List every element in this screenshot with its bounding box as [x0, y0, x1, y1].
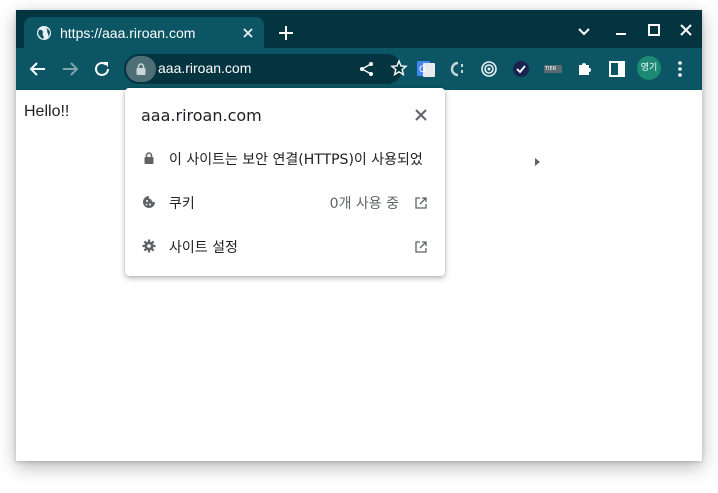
url-text[interactable]: aaa.riroan.com — [158, 60, 251, 76]
tab-title: https://aaa.riroan.com — [60, 25, 196, 41]
tab-strip: https://aaa.riroan.com — [16, 10, 702, 48]
star-icon[interactable] — [390, 59, 408, 82]
lock-icon — [141, 150, 157, 166]
plus-icon[interactable] — [274, 21, 298, 45]
tier-extension-icon[interactable]: TIER — [541, 57, 565, 81]
connection-row[interactable]: 이 사이트는 보안 연결(HTTPS)이 사용되었 — [125, 136, 445, 180]
target-icon[interactable] — [477, 57, 501, 81]
cookie-icon — [141, 194, 157, 210]
address-bar[interactable]: aaa.riroan.com — [124, 54, 408, 84]
close-icon[interactable] — [238, 23, 258, 43]
svg-text:G: G — [419, 65, 426, 75]
close-icon[interactable] — [411, 105, 431, 125]
side-panel-icon[interactable] — [605, 57, 629, 81]
extension-icon[interactable] — [446, 57, 470, 81]
reload-icon[interactable] — [90, 57, 114, 81]
more-icon[interactable] — [668, 57, 692, 81]
site-settings-label: 사이트 설정 — [169, 240, 238, 256]
tier-label: TIER — [545, 66, 557, 72]
cookies-label: 쿠키 — [169, 196, 195, 212]
toolbar: aaa.riroan.com G TIER 영기 — [16, 48, 702, 90]
site-settings-row[interactable]: 사이트 설정 — [125, 224, 445, 268]
forward-icon[interactable] — [58, 57, 82, 81]
back-icon[interactable] — [26, 57, 50, 81]
maximize-icon[interactable] — [643, 20, 665, 42]
chevron-down-icon[interactable] — [573, 20, 595, 42]
puzzle-icon[interactable] — [573, 57, 597, 81]
minimize-icon[interactable] — [610, 20, 632, 42]
avatar[interactable]: 영기 — [637, 56, 661, 80]
site-info-bubble: aaa.riroan.com 이 사이트는 보안 연결(HTTPS)이 사용되었… — [125, 88, 445, 276]
cookies-row[interactable]: 쿠키 0개 사용 중 — [125, 180, 445, 224]
google-translate-icon[interactable]: G — [414, 57, 438, 81]
page-text: Hello!! — [24, 103, 70, 120]
close-window-icon[interactable] — [675, 20, 697, 42]
site-info-title: aaa.riroan.com — [141, 106, 262, 125]
connection-label: 이 사이트는 보안 연결(HTTPS)이 사용되었 — [169, 152, 423, 168]
active-tab[interactable]: https://aaa.riroan.com — [24, 17, 264, 48]
gear-icon — [141, 238, 157, 254]
site-info-button[interactable] — [126, 56, 156, 82]
globe-icon — [36, 25, 52, 41]
external-link-icon — [414, 195, 428, 209]
check-icon[interactable] — [509, 57, 533, 81]
lock-icon — [134, 62, 148, 81]
cookies-count: 0개 사용 중 — [329, 196, 399, 212]
external-link-icon — [414, 239, 428, 253]
caret-right-icon[interactable] — [534, 154, 542, 166]
share-icon[interactable] — [358, 60, 376, 83]
